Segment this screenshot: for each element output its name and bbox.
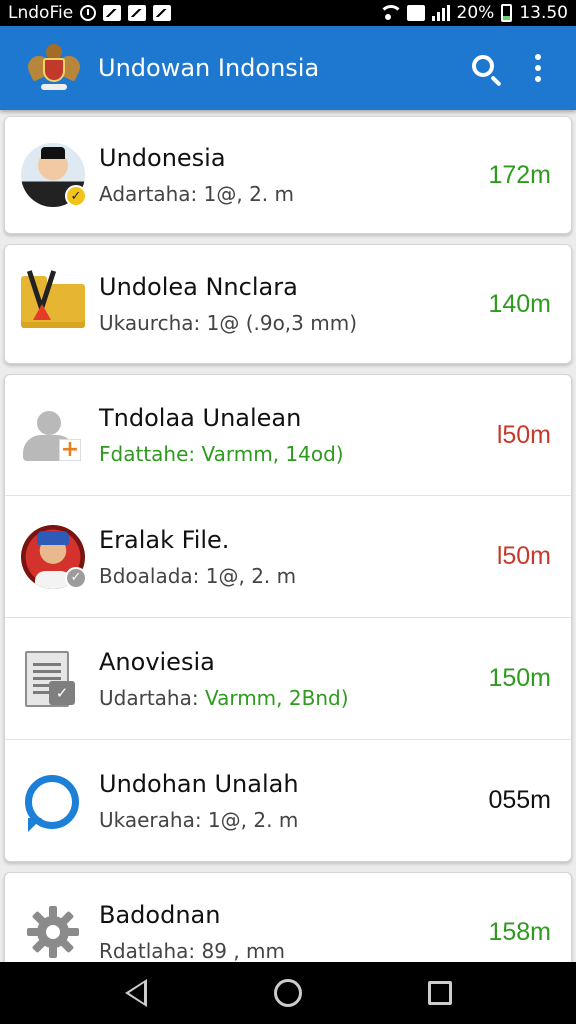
status-right: 20% 13.50 xyxy=(378,3,568,23)
profile-avatar: ✓ xyxy=(19,141,87,209)
app-bar: Undowan Indonsia xyxy=(0,26,576,110)
clock-icon xyxy=(80,5,97,21)
back-icon xyxy=(125,979,147,1007)
emblem-logo xyxy=(24,42,84,94)
list-item[interactable]: + Tndolaa Unalean Fdattahe: Varmm, 14od)… xyxy=(5,375,571,495)
battery-icon xyxy=(501,4,513,22)
signal-icon xyxy=(431,5,450,21)
image-icon xyxy=(103,5,122,21)
clock-time: 13.50 xyxy=(519,3,568,23)
card: Undolea Nnclara Ukaurcha: 1@ (.9o,3 mm) … xyxy=(4,244,572,364)
item-name: Undohan Unalah xyxy=(99,769,299,798)
item-detail: Ukaeraha: 1@, 2. m xyxy=(99,807,299,832)
item-value: 172m xyxy=(488,160,551,189)
item-detail-highlight: Varmm, 2Bnd) xyxy=(204,685,349,710)
item-name: Tndolaa Unalean xyxy=(99,404,302,432)
overflow-menu-button[interactable] xyxy=(516,46,560,90)
battery-percent: 20% xyxy=(456,3,495,23)
check-icon: ✓ xyxy=(49,680,75,705)
verified-badge-icon: ✓ xyxy=(65,185,87,207)
list-item[interactable]: Undohan Unalah Ukaeraha: 1@, 2. m 055m xyxy=(5,739,571,861)
search-button[interactable] xyxy=(464,46,508,90)
gallery-icon xyxy=(153,5,172,21)
settings-icon xyxy=(19,898,87,962)
item-detail: Ukaurcha: 1@ (.9o,3 mm) xyxy=(99,311,358,335)
item-detail: Fdattahe: Varmm, 14od) xyxy=(99,442,344,466)
item-detail: Udartaha: Varmm, 2Bnd) xyxy=(99,686,478,710)
item-name: Undolea Nnclara xyxy=(99,273,298,301)
item-value: l50m xyxy=(496,542,551,570)
wifi-icon xyxy=(378,5,403,21)
plus-icon: + xyxy=(59,437,81,462)
search-icon xyxy=(472,55,494,77)
app-title: Undowan Indonsia xyxy=(98,54,320,82)
check-badge-icon: ✓ xyxy=(65,566,87,589)
item-detail: Adartaha: 1@, 2. m xyxy=(99,182,294,206)
list-item[interactable]: Undolea Nnclara Ukaurcha: 1@ (.9o,3 mm) … xyxy=(5,245,571,363)
list-item[interactable]: ✓ Eralak File. Bdoalada: 1@, 2. m l50m xyxy=(5,495,571,617)
home-button[interactable] xyxy=(258,973,318,1013)
item-list: ✓ Undonesia Adartaha: 1@, 2. m 172m Undo… xyxy=(0,110,576,962)
add-person-icon: + xyxy=(19,401,87,469)
profile-avatar: ✓ xyxy=(19,523,87,591)
item-value: 150m xyxy=(488,664,551,692)
card: ✓ Undonesia Adartaha: 1@, 2. m 172m xyxy=(4,116,572,234)
sim-icon xyxy=(406,5,425,21)
home-icon xyxy=(274,979,302,1007)
card: + Tndolaa Unalean Fdattahe: Varmm, 14od)… xyxy=(4,374,572,862)
item-value: l50m xyxy=(496,420,551,449)
nav-bar xyxy=(0,962,576,1024)
status-bar: LndoFie 20% 13.50 xyxy=(0,0,576,26)
overflow-menu-icon xyxy=(535,54,541,82)
recents-button[interactable] xyxy=(410,973,470,1013)
status-left: LndoFie xyxy=(8,3,172,23)
chart-icon xyxy=(128,5,147,21)
list-item[interactable]: ✓ Anoviesia Udartaha: Varmm, 2Bnd) 150m xyxy=(5,617,571,739)
item-detail: Bdoalada: 1@, 2. m xyxy=(99,563,297,588)
recents-icon xyxy=(428,981,452,1005)
item-value: 140m xyxy=(488,289,551,318)
carrier-label: LndoFie xyxy=(8,3,74,23)
list-item[interactable]: Badodnan Rdatlaha: 89 , mm 158m xyxy=(5,873,571,962)
card: Badodnan Rdatlaha: 89 , mm 158m xyxy=(4,872,572,962)
list-item[interactable]: ✓ Undonesia Adartaha: 1@, 2. m 172m xyxy=(5,117,571,233)
item-detail: Rdatlaha: 89 , mm xyxy=(99,939,286,962)
item-detail-label: Udartaha: xyxy=(99,685,205,710)
back-button[interactable] xyxy=(106,973,166,1013)
item-name: Eralak File. xyxy=(99,525,230,554)
item-name: Undonesia xyxy=(99,144,226,172)
item-name: Badodnan xyxy=(99,901,221,929)
item-name: Anoviesia xyxy=(99,647,215,676)
item-value: 055m xyxy=(488,786,551,814)
chat-icon xyxy=(19,767,87,835)
document-icon: ✓ xyxy=(19,645,87,713)
folder-icon xyxy=(19,270,87,338)
item-value: 158m xyxy=(488,917,551,946)
